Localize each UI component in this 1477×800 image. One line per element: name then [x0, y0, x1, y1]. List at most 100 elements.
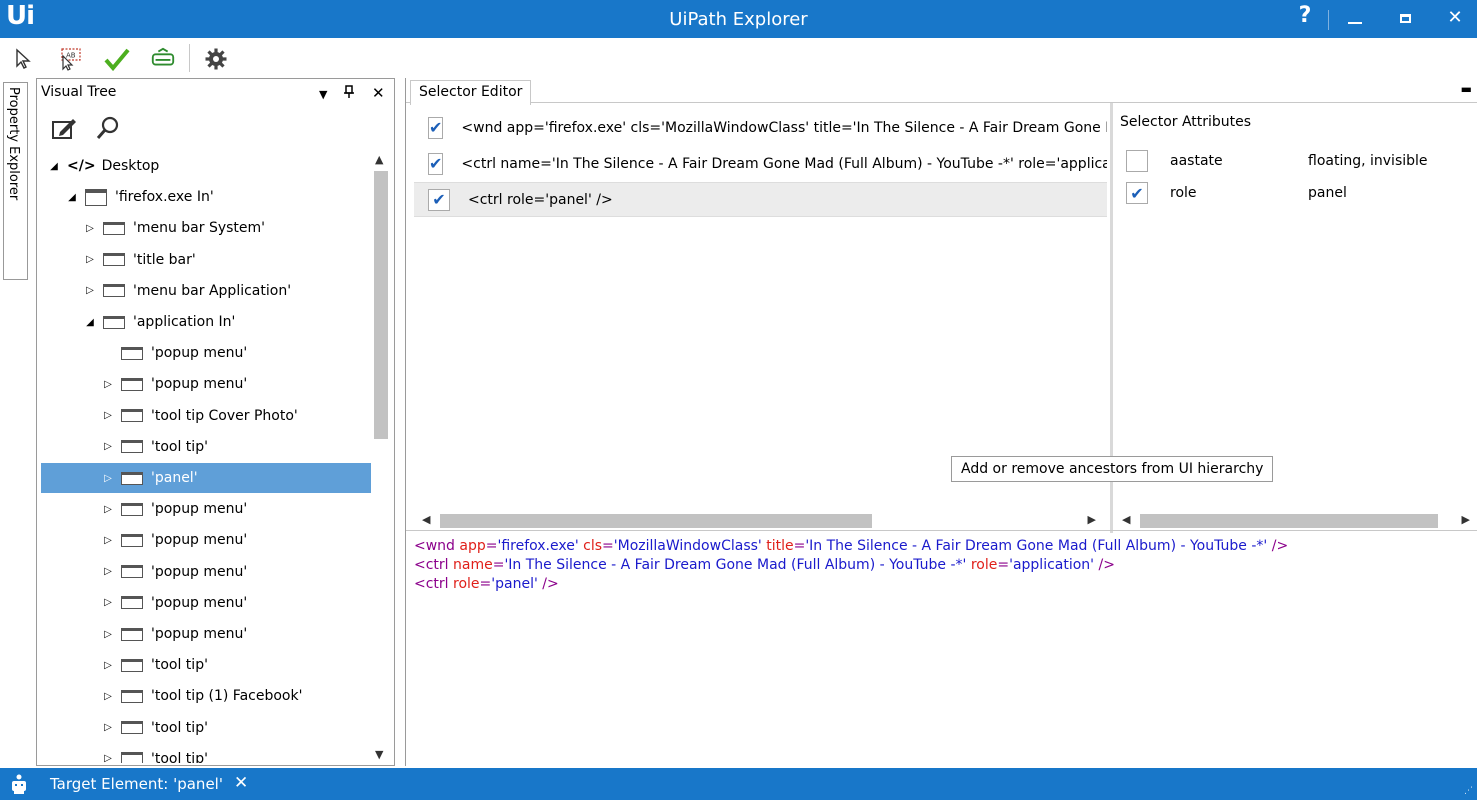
scroll-thumb[interactable]: [374, 171, 388, 439]
expand-arrow-icon[interactable]: ▷: [83, 285, 97, 296]
expand-arrow-icon[interactable]: ▷: [83, 223, 97, 234]
attributes-scroll-left-arrow[interactable]: ◀: [1122, 513, 1130, 526]
close-panel-button[interactable]: ✕: [372, 84, 385, 102]
selector-hscrollbar[interactable]: ◀ ▶: [414, 512, 1104, 530]
selector-node-row[interactable]: ✔ <wnd app='firefox.exe' cls='MozillaWind…: [414, 110, 1107, 145]
attribute-row[interactable]: aastate floating, invisible: [1126, 146, 1476, 176]
selector-editor-area: Selector Editor ▬ ✔ <wnd app='firefox.exe…: [405, 78, 1477, 766]
search-button[interactable]: [95, 116, 121, 144]
expand-arrow-icon[interactable]: ▷: [101, 753, 115, 763]
tree-node-label: 'popup menu': [151, 376, 248, 393]
attributes-hscrollbar[interactable]: ◀ ▶: [1118, 512, 1474, 530]
selector-node-checkbox[interactable]: ✔: [428, 152, 444, 175]
tree-node[interactable]: ▷ 'popup menu': [41, 557, 371, 587]
selector-node-row[interactable]: ✔ <ctrl role='panel' />: [414, 182, 1107, 217]
tab-menu-button[interactable]: ▬: [1461, 82, 1472, 96]
attributes-hscroll-thumb[interactable]: [1140, 514, 1438, 528]
tree-node[interactable]: ▷ 'tool tip': [41, 650, 371, 680]
tree-node[interactable]: ▷ 'popup menu': [41, 369, 371, 399]
maximize-icon: [1399, 14, 1411, 23]
options-button[interactable]: [203, 46, 229, 72]
maximize-button[interactable]: [1390, 6, 1420, 32]
scroll-right-arrow[interactable]: ▶: [1088, 513, 1096, 526]
tree-node[interactable]: ▷ 'tool tip': [41, 432, 371, 462]
tree-node-label: 'panel': [151, 470, 198, 486]
expand-arrow-icon[interactable]: ▷: [101, 410, 115, 421]
expand-arrow-icon[interactable]: ▷: [101, 535, 115, 546]
help-button[interactable]: ?: [1290, 3, 1320, 29]
expand-arrow-icon[interactable]: ▷: [101, 597, 115, 608]
tree-node[interactable]: ◢ 'firefox.exe In': [41, 182, 371, 212]
attribute-checkbox[interactable]: ✔: [1126, 182, 1148, 204]
indicate-anchor-button[interactable]: AB: [56, 46, 82, 72]
repair-button[interactable]: [150, 46, 176, 72]
pin-panel-button[interactable]: [343, 85, 355, 103]
attribute-row[interactable]: ✔ role panel: [1126, 178, 1476, 208]
status-bar: Target Element: 'panel' ✕ ⋰: [0, 768, 1477, 800]
element-icon: [103, 253, 125, 267]
expand-arrow-icon[interactable]: ▷: [101, 629, 115, 640]
tooltip: Add or remove ancestors from UI hierarch…: [951, 456, 1274, 482]
attribute-value[interactable]: floating, invisible: [1308, 153, 1428, 169]
tree-node-label: 'popup menu': [151, 626, 248, 642]
tree-node[interactable]: ▷ 'popup menu': [41, 588, 371, 618]
expand-arrow-icon[interactable]: ▷: [83, 254, 97, 265]
attribute-value[interactable]: panel: [1308, 185, 1347, 201]
selector-token: app: [459, 538, 486, 554]
selector-node-checkbox[interactable]: ✔: [428, 116, 444, 139]
panel-dropdown-button[interactable]: ▼: [319, 88, 327, 101]
highlight-icon: [151, 47, 175, 66]
indicate-element-button[interactable]: [10, 46, 36, 72]
selector-token: =: [602, 538, 614, 554]
selector-node-checkbox[interactable]: ✔: [428, 188, 450, 211]
validate-button[interactable]: [104, 46, 130, 72]
tree-node[interactable]: ▷ 'menu bar Application': [41, 276, 371, 306]
attributes-scroll-right-arrow[interactable]: ▶: [1462, 513, 1470, 526]
selector-token: 'application': [1009, 557, 1095, 573]
edit-icon: [52, 119, 76, 139]
collapse-arrow-icon[interactable]: ◢: [83, 317, 97, 328]
tree-node[interactable]: ◢ </> Desktop: [41, 151, 371, 181]
expand-arrow-icon[interactable]: ▷: [101, 691, 115, 702]
tree-node[interactable]: ▷ 'tool tip Cover Photo': [41, 401, 371, 431]
tab-selector-editor[interactable]: Selector Editor: [410, 80, 532, 105]
checkmark-icon: [104, 48, 130, 71]
expand-arrow-icon[interactable]: ▷: [101, 566, 115, 577]
hscroll-thumb[interactable]: [440, 514, 872, 528]
scroll-left-arrow[interactable]: ◀: [422, 513, 430, 526]
tree-node[interactable]: ▷ 'menu bar System': [41, 213, 371, 243]
element-icon: [103, 315, 125, 329]
tree-node[interactable]: 'popup menu': [41, 338, 371, 368]
scroll-up-arrow[interactable]: ▲: [375, 153, 383, 166]
expand-arrow-icon[interactable]: ▷: [101, 441, 115, 452]
close-window-button[interactable]: ✕: [1440, 7, 1470, 33]
tree-node[interactable]: ▷ 'popup menu': [41, 619, 371, 649]
clear-target-button[interactable]: ✕: [234, 773, 248, 793]
element-icon: [121, 377, 143, 391]
expand-arrow-icon[interactable]: ▷: [101, 379, 115, 390]
selector-node-row[interactable]: ✔ <ctrl name='In The Silence - A Fair Dre…: [414, 146, 1107, 181]
minimize-icon: [1348, 22, 1362, 24]
expand-arrow-icon[interactable]: ▷: [101, 504, 115, 515]
expand-arrow-icon[interactable]: ▷: [101, 473, 115, 484]
tree-node[interactable]: ▷ 'popup menu': [41, 525, 371, 555]
tree-node[interactable]: ▷ 'tool tip': [41, 744, 371, 763]
tree-node[interactable]: ▷ 'title bar': [41, 245, 371, 275]
tree-node[interactable]: ▷ 'tool tip (1) Facebook': [41, 681, 371, 711]
visual-tree-scrollbar[interactable]: ▲ ▼: [372, 151, 390, 763]
scroll-down-arrow[interactable]: ▼: [375, 748, 383, 761]
expand-arrow-icon[interactable]: ▷: [101, 722, 115, 733]
collapse-arrow-icon[interactable]: ◢: [47, 161, 61, 172]
property-explorer-tab[interactable]: Property Explorer: [3, 82, 28, 280]
minimize-button[interactable]: [1340, 6, 1370, 32]
attribute-checkbox[interactable]: [1126, 150, 1148, 172]
tree-node[interactable]: ◢ 'application In': [41, 307, 371, 337]
tree-node[interactable]: ▷ 'tool tip': [41, 713, 371, 743]
expand-arrow-icon[interactable]: ▷: [101, 660, 115, 671]
tree-node[interactable]: ▷ 'popup menu': [41, 494, 371, 524]
tree-node[interactable]: ▷ 'panel': [41, 463, 371, 493]
collapse-arrow-icon[interactable]: ◢: [65, 192, 79, 203]
resize-grip-icon[interactable]: ⋰: [1464, 786, 1473, 796]
edit-button[interactable]: [51, 116, 77, 144]
selector-text-output[interactable]: <wnd app='firefox.exe' cls='MozillaWindo…: [406, 530, 1477, 766]
